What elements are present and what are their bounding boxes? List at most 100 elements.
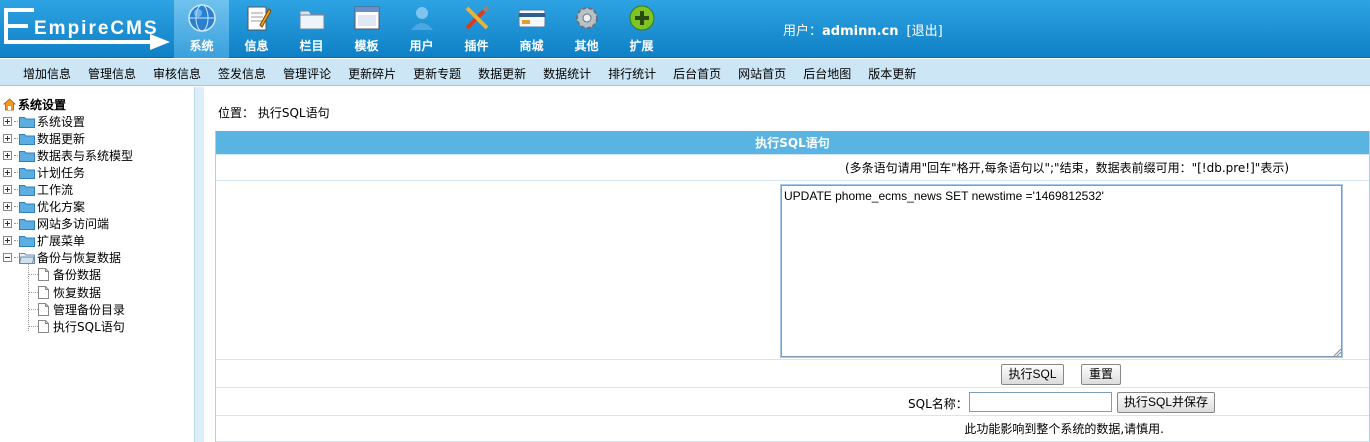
tree-node-workflow[interactable]: 工作流 [3, 181, 73, 198]
submenu-audit-info[interactable]: 审核信息 [153, 65, 201, 82]
sidebar-divider[interactable] [194, 87, 204, 442]
page-icon [38, 320, 49, 333]
nav-label: 信息 [244, 39, 269, 53]
page-icon [38, 303, 49, 316]
folder-icon [19, 167, 35, 179]
expand-icon[interactable] [3, 117, 12, 126]
tree-node-label: 备份与恢复数据 [37, 251, 122, 265]
nav-other[interactable]: 其他 [559, 0, 614, 58]
nav-label: 扩展 [629, 39, 654, 53]
tree-child-label: 备份数据 [53, 268, 102, 282]
sql-textarea[interactable] [780, 184, 1343, 358]
submenu-sign-info[interactable]: 签发信息 [218, 65, 266, 82]
nav-extend[interactable]: 扩展 [614, 0, 669, 58]
submenu-rank-stats[interactable]: 排行统计 [608, 65, 656, 82]
nav-info[interactable]: 信息 [229, 0, 284, 58]
folder-icon [19, 184, 35, 196]
tree-node-label: 系统设置 [37, 115, 86, 129]
expand-icon[interactable] [3, 134, 12, 143]
warning-text: 此功能影响到整个系统的数据,请慎用. [216, 417, 1369, 442]
tree-child-restore-data[interactable]: 恢复数据 [38, 284, 101, 301]
sidebar-tree: 系统设置 系统设置 数据更新 数据表与系统模型 计划任务 工作流 优化方案 网站… [0, 87, 194, 442]
action-row: 执行SQL 重置 [216, 360, 1369, 388]
submenu-update-topics[interactable]: 更新专题 [413, 65, 461, 82]
window-icon [354, 6, 379, 30]
panel-title: 执行SQL语句 [216, 131, 1369, 155]
nav-column[interactable]: 栏目 [284, 0, 339, 58]
expand-icon[interactable] [3, 168, 12, 177]
submenu-update-fragments[interactable]: 更新碎片 [348, 65, 396, 82]
gear-icon [575, 7, 598, 29]
nav-user[interactable]: 用户 [394, 0, 449, 58]
logout-link[interactable]: [退出] [907, 24, 943, 39]
exec-sql-button[interactable]: 执行SQL [1001, 364, 1064, 385]
tools-icon [465, 6, 489, 30]
tree-child-exec-sql[interactable]: 执行SQL语句 [38, 318, 125, 335]
main-nav: 系统 信息 栏目 模板 用户 插件 商城 其他 扩展 [174, 0, 669, 58]
tree-child-label: 恢复数据 [53, 286, 102, 300]
tree-root-label: 系统设置 [18, 98, 67, 112]
tree-root[interactable]: 系统设置 [3, 96, 66, 113]
reset-button[interactable]: 重置 [1081, 364, 1121, 385]
submenu-admin-home[interactable]: 后台首页 [673, 65, 721, 82]
open-folder-icon [19, 252, 35, 264]
top-header: EmpireCMS 系统 信息 栏目 模板 用户 插件 商城 其他 扩展 用户：… [0, 0, 1370, 58]
nav-system[interactable]: 系统 [174, 0, 229, 58]
folder-icon [299, 10, 324, 30]
tree-node-label: 计划任务 [37, 166, 86, 180]
tree-node-multi-access[interactable]: 网站多访问端 [3, 215, 109, 232]
folder-icon [19, 201, 35, 213]
tree-node-tables-models[interactable]: 数据表与系统模型 [3, 147, 133, 164]
tree-node-label: 网站多访问端 [37, 217, 110, 231]
logo-text: EmpireCMS [34, 18, 159, 39]
tree-node-label: 扩展菜单 [37, 234, 86, 248]
submenu-manage-comments[interactable]: 管理评论 [283, 65, 331, 82]
expand-icon[interactable] [3, 219, 12, 228]
main-content: 位置： 执行SQL语句 执行SQL语句 (多条语句请用"回车"格开,每条语句以"… [205, 87, 1370, 442]
save-row: SQL名称： 执行SQL并保存 [216, 389, 1369, 416]
tree-node-label: 数据表与系统模型 [37, 149, 134, 163]
submenu-data-update[interactable]: 数据更新 [478, 65, 526, 82]
tree-node-optimization[interactable]: 优化方案 [3, 198, 85, 215]
nav-label: 系统 [189, 39, 214, 53]
sub-menu: 增加信息 管理信息 审核信息 签发信息 管理评论 更新碎片 更新专题 数据更新 … [0, 59, 1370, 86]
tree-node-data-update[interactable]: 数据更新 [3, 130, 85, 147]
tree-child-label: 管理备份目录 [53, 303, 126, 317]
exec-and-save-button[interactable]: 执行SQL并保存 [1117, 392, 1215, 413]
page-icon [38, 286, 49, 299]
expand-icon[interactable] [3, 202, 12, 211]
sqlname-input[interactable] [969, 392, 1112, 412]
tree-node-scheduled-tasks[interactable]: 计划任务 [3, 164, 85, 181]
folder-icon [19, 235, 35, 247]
resize-grip-icon[interactable] [1333, 348, 1341, 356]
sql-note: (多条语句请用"回车"格开,每条语句以";"结束，数据表前缀可用："[!db.p… [216, 156, 1369, 181]
tree-child-manage-backup-dir[interactable]: 管理备份目录 [38, 301, 125, 318]
tree-node-backup-restore[interactable]: 备份与恢复数据 [3, 249, 121, 266]
submenu-data-stats[interactable]: 数据统计 [543, 65, 591, 82]
breadcrumb-current[interactable]: 执行SQL语句 [258, 106, 330, 120]
folder-icon [19, 133, 35, 145]
nav-template[interactable]: 模板 [339, 0, 394, 58]
folder-icon [19, 150, 35, 162]
tree-node-label: 数据更新 [37, 132, 86, 146]
username: adminn.cn [822, 24, 899, 39]
nav-label: 其他 [574, 39, 599, 53]
empirecms-logo[interactable]: EmpireCMS [0, 0, 172, 58]
tree-node-extend-menu[interactable]: 扩展菜单 [3, 232, 85, 249]
tree-child-backup-data[interactable]: 备份数据 [38, 266, 101, 283]
expand-icon[interactable] [3, 185, 12, 194]
tree-node-system-settings[interactable]: 系统设置 [3, 113, 85, 130]
collapse-icon[interactable] [3, 253, 12, 262]
submenu-site-home[interactable]: 网站首页 [738, 65, 786, 82]
submenu-admin-map[interactable]: 后台地图 [803, 65, 851, 82]
expand-icon[interactable] [3, 236, 12, 245]
breadcrumb: 位置： 执行SQL语句 [218, 104, 330, 121]
nav-shop[interactable]: 商城 [504, 0, 559, 58]
sqlname-label: SQL名称： [908, 397, 968, 411]
submenu-add-info[interactable]: 增加信息 [23, 65, 71, 82]
user-icon [410, 7, 433, 30]
submenu-version-update[interactable]: 版本更新 [868, 65, 916, 82]
nav-plugin[interactable]: 插件 [449, 0, 504, 58]
expand-icon[interactable] [3, 151, 12, 160]
submenu-manage-info[interactable]: 管理信息 [88, 65, 136, 82]
